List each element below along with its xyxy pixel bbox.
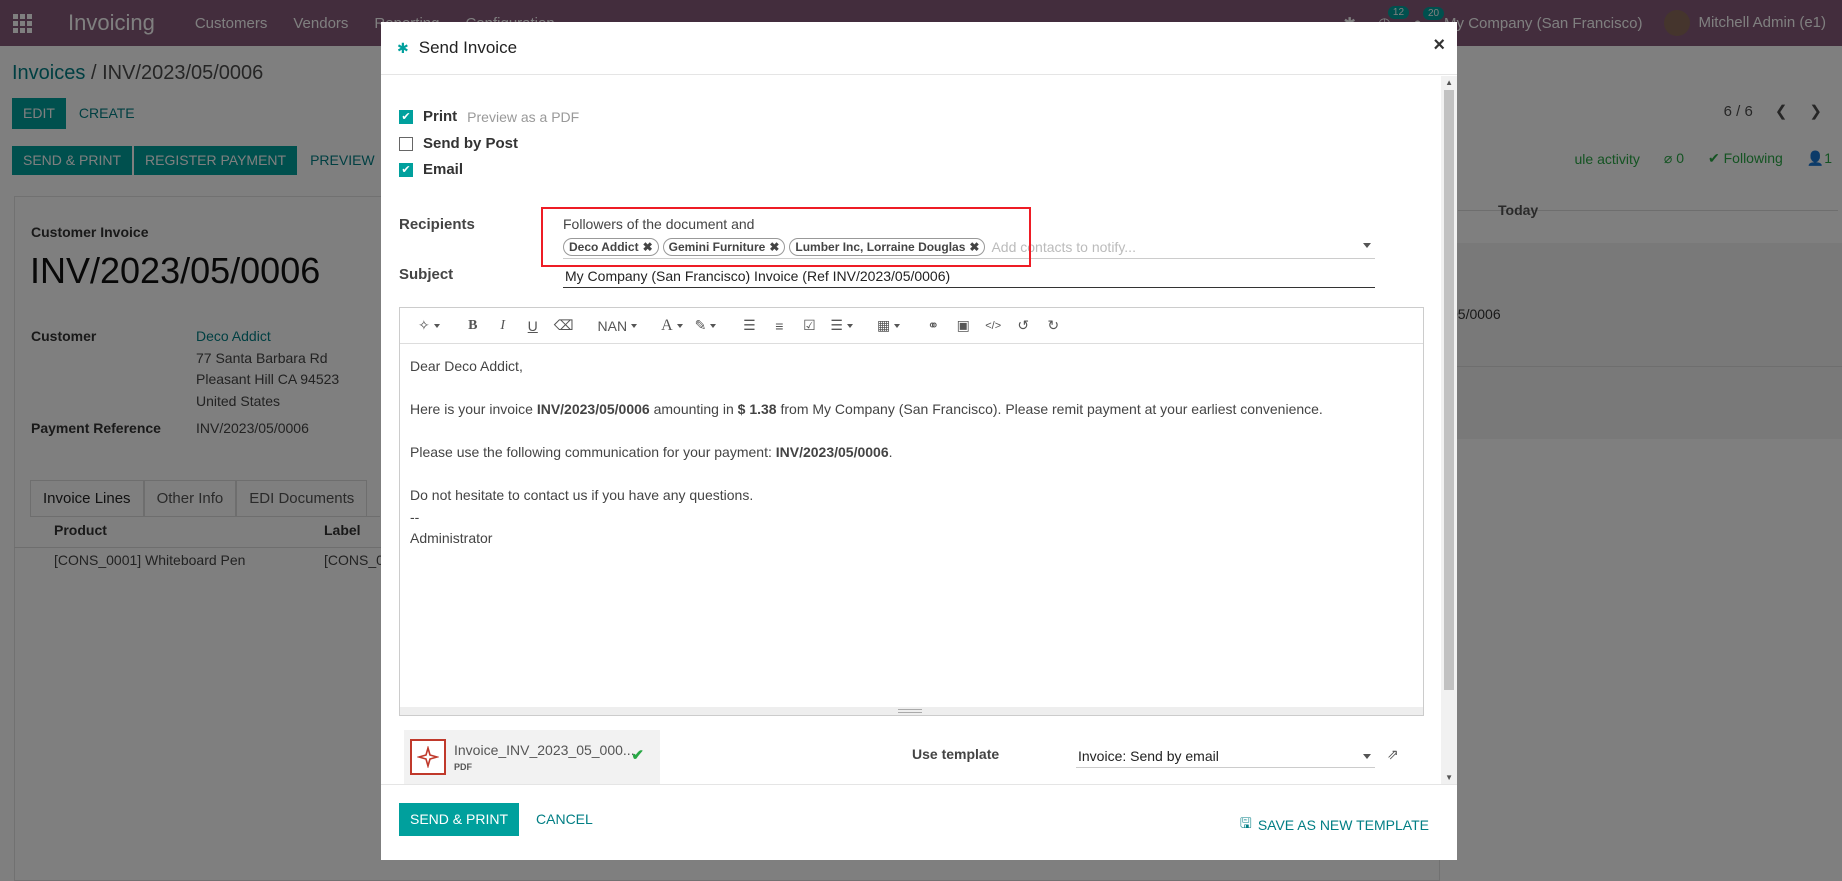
link-icon[interactable]: ⚭: [920, 314, 946, 338]
subject-label: Subject: [399, 266, 454, 283]
use-template-label: Use template: [912, 746, 1000, 762]
font-size-value: NAN: [597, 317, 628, 334]
print-option: ✔ Print Preview as a PDF: [399, 108, 579, 125]
checklist-icon[interactable]: ☑: [796, 314, 822, 338]
print-hint: Preview as a PDF: [467, 108, 580, 125]
email-body-editor: ✧ B I U ⌫ NAN A ✎ ☰ ≡ ☑ ☰ ▦ ⚭ ▣ </> ↺ ↻ …: [399, 307, 1424, 716]
email-body-content[interactable]: Dear Deco Addict, Here is your invoice I…: [400, 344, 1423, 562]
brush-icon[interactable]: ✎: [691, 314, 721, 338]
send-invoice-dialog: ✱ Send Invoice × ✔ Print Preview as a PD…: [381, 22, 1457, 860]
font-size-dropdown[interactable]: NAN: [594, 314, 642, 338]
scroll-down-icon[interactable]: ▼: [1445, 773, 1453, 782]
bold-icon[interactable]: B: [460, 314, 486, 338]
table-icon[interactable]: ▦: [873, 314, 904, 338]
editor-resize-handle[interactable]: [400, 707, 1423, 715]
check-icon: ✔: [631, 747, 644, 764]
signature: Administrator: [410, 530, 493, 546]
body-paragraph: Please use the following communication f…: [410, 444, 893, 460]
undo-icon[interactable]: ↺: [1010, 314, 1036, 338]
close-icon[interactable]: ×: [1433, 34, 1445, 57]
font-color-icon[interactable]: A: [657, 314, 687, 338]
scrollbar-thumb[interactable]: [1444, 90, 1454, 690]
code-view-icon[interactable]: </>: [980, 314, 1006, 338]
attachment-card[interactable]: Invoice_INV_2023_05_000... PDF ✔: [404, 730, 660, 784]
dialog-body: ✔ Print Preview as a PDF Send by Post ✔ …: [381, 76, 1457, 784]
save-as-new-template-button[interactable]: 🖫 SAVE AS NEW TEMPLATE: [1240, 813, 1429, 837]
recipients-label: Recipients: [399, 216, 475, 233]
numbered-list-icon[interactable]: ≡: [766, 314, 792, 338]
send-print-button[interactable]: SEND & PRINT: [399, 803, 520, 836]
pdf-icon: [410, 739, 446, 775]
body-greeting: Dear Deco Addict,: [410, 358, 523, 374]
italic-icon[interactable]: I: [490, 314, 516, 338]
bullet-list-icon[interactable]: ☰: [736, 314, 762, 338]
email-label: Email: [423, 161, 464, 178]
redo-icon[interactable]: ↻: [1040, 314, 1066, 338]
footer-buttons: SEND & PRINT CANCEL: [399, 803, 604, 836]
attachment-info: Invoice_INV_2023_05_000... PDF: [446, 742, 635, 772]
attachment-type: PDF: [454, 762, 472, 772]
editor-toolbar: ✧ B I U ⌫ NAN A ✎ ☰ ≡ ☑ ☰ ▦ ⚭ ▣ </> ↺ ↻: [400, 308, 1423, 344]
email-checkbox[interactable]: ✔: [399, 162, 413, 177]
dialog-footer: SEND & PRINT CANCEL 🖫 SAVE AS NEW TEMPLA…: [381, 784, 1457, 860]
scroll-up-icon[interactable]: ▲: [1445, 78, 1453, 87]
template-select[interactable]: Invoice: Send by email: [1076, 746, 1375, 768]
image-icon[interactable]: ▣: [950, 314, 976, 338]
highlight-box: [541, 207, 1031, 267]
attachment-name: Invoice_INV_2023_05_000...: [454, 742, 635, 758]
scrollbar[interactable]: ▲ ▼: [1441, 76, 1457, 784]
email-option: ✔ Email: [399, 161, 463, 178]
chevron-down-icon[interactable]: [1363, 243, 1371, 248]
align-icon[interactable]: ☰: [826, 314, 857, 338]
dialog-title: Send Invoice: [418, 38, 518, 57]
underline-icon[interactable]: U: [520, 314, 546, 338]
magic-wand-icon[interactable]: ✧: [414, 314, 444, 338]
body-paragraph: Here is your invoice INV/2023/05/0006 am…: [410, 401, 1323, 417]
eraser-icon[interactable]: ⌫: [550, 314, 578, 338]
send-by-post-checkbox[interactable]: [399, 136, 413, 151]
send-by-post-label: Send by Post: [423, 135, 519, 152]
bug-icon: ✱: [397, 39, 409, 56]
subject-input[interactable]: My Company (San Francisco) Invoice (Ref …: [563, 264, 1375, 288]
signature-separator: --: [410, 508, 420, 525]
template-value: Invoice: Send by email: [1078, 748, 1219, 764]
chevron-down-icon[interactable]: [1363, 754, 1371, 759]
print-checkbox[interactable]: ✔: [399, 109, 413, 124]
external-link-icon[interactable]: ⇗: [1387, 746, 1399, 763]
save-template-label: SAVE AS NEW TEMPLATE: [1257, 817, 1429, 833]
print-label: Print: [423, 108, 458, 125]
send-by-post-option: Send by Post: [399, 135, 518, 152]
dialog-header: ✱ Send Invoice ×: [381, 22, 1457, 75]
save-icon: 🖫: [1239, 815, 1252, 831]
cancel-button[interactable]: CANCEL: [525, 803, 604, 836]
body-paragraph: Do not hesitate to contact us if you hav…: [410, 487, 754, 503]
